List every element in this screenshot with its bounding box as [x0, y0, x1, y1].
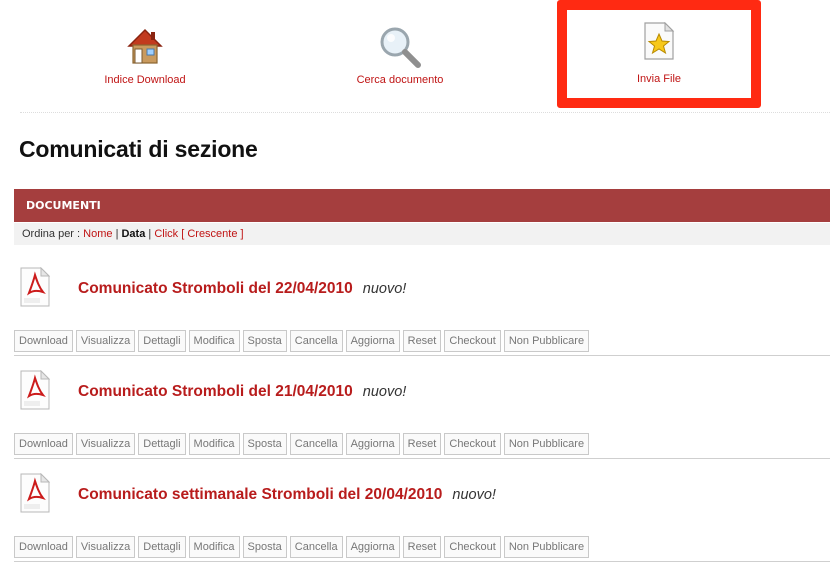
sort-separator: |	[148, 228, 152, 240]
new-badge: nuovo!	[362, 384, 407, 400]
home-icon	[127, 28, 163, 64]
move-button[interactable]: Sposta	[242, 433, 287, 455]
search-document-label: Cerca documento	[356, 74, 444, 86]
update-button[interactable]: Aggiorna	[345, 433, 400, 455]
document-title-link[interactable]: Comunicato Stromboli del 22/04/2010 nuovo…	[78, 280, 406, 298]
document-actions: Download Visualizza Dettagli Modifica Sp…	[14, 433, 590, 455]
new-badge: nuovo!	[452, 487, 496, 503]
index-download-button[interactable]: Indice Download	[60, 0, 230, 100]
pdf-icon[interactable]	[20, 370, 50, 410]
unpublish-button[interactable]: Non Pubblicare	[503, 433, 590, 455]
update-button[interactable]: Aggiorna	[345, 536, 400, 558]
document-title-link[interactable]: Comunicato Stromboli del 21/04/2010 nuovo…	[78, 383, 406, 401]
document-divider	[14, 355, 830, 356]
document-title-link[interactable]: Comunicato settimanale Stromboli del 20/…	[78, 486, 496, 504]
reset-button[interactable]: Reset	[402, 433, 442, 455]
unpublish-button[interactable]: Non Pubblicare	[503, 536, 590, 558]
document-actions: Download Visualizza Dettagli Modifica Sp…	[14, 536, 590, 558]
sort-by-date-current: Data	[121, 228, 146, 240]
delete-button[interactable]: Cancella	[289, 433, 343, 455]
unpublish-button[interactable]: Non Pubblicare	[503, 330, 590, 352]
delete-button[interactable]: Cancella	[289, 536, 343, 558]
toolbar-divider	[20, 112, 830, 113]
pdf-icon[interactable]	[20, 267, 50, 307]
edit-button[interactable]: Modifica	[188, 433, 240, 455]
view-button[interactable]: Visualizza	[75, 433, 136, 455]
sort-order-toggle[interactable]: [ Crescente ]	[181, 228, 243, 240]
move-button[interactable]: Sposta	[242, 536, 287, 558]
delete-button[interactable]: Cancella	[289, 330, 343, 352]
magnifier-icon	[380, 27, 421, 68]
checkout-button[interactable]: Checkout	[444, 536, 501, 558]
checkout-button[interactable]: Checkout	[444, 330, 501, 352]
sort-separator: |	[115, 228, 119, 240]
view-button[interactable]: Visualizza	[75, 536, 136, 558]
new-badge: nuovo!	[362, 281, 407, 297]
reset-button[interactable]: Reset	[402, 330, 442, 352]
page-title: Comunicati di sezione	[19, 136, 258, 162]
document-divider	[14, 458, 830, 459]
download-toolbar: Indice Download Cerca documento Invia Fi…	[0, 0, 830, 112]
documents-section-header: DOCUMENTI	[14, 189, 830, 222]
download-button[interactable]: Download	[14, 433, 73, 455]
sort-by-name-link[interactable]: Nome	[83, 228, 112, 240]
details-button[interactable]: Dettagli	[138, 536, 186, 558]
edit-button[interactable]: Modifica	[188, 536, 240, 558]
details-button[interactable]: Dettagli	[138, 433, 186, 455]
send-file-button[interactable]: Invia File	[557, 0, 761, 108]
move-button[interactable]: Sposta	[242, 330, 287, 352]
sort-by-click-link[interactable]: Click	[154, 228, 178, 240]
pdf-icon[interactable]	[20, 473, 50, 513]
download-button[interactable]: Download	[14, 536, 73, 558]
checkout-button[interactable]: Checkout	[444, 433, 501, 455]
index-download-label: Indice Download	[104, 74, 186, 86]
sort-bar: Ordina per : Nome | Data | Click [ Cresc…	[14, 223, 830, 245]
send-file-label: Invia File	[636, 73, 682, 85]
document-actions: Download Visualizza Dettagli Modifica Sp…	[14, 330, 590, 352]
reset-button[interactable]: Reset	[402, 536, 442, 558]
star-file-icon	[644, 22, 675, 60]
sort-prefix: Ordina per :	[22, 228, 81, 240]
update-button[interactable]: Aggiorna	[345, 330, 400, 352]
details-button[interactable]: Dettagli	[138, 330, 186, 352]
edit-button[interactable]: Modifica	[188, 330, 240, 352]
download-button[interactable]: Download	[14, 330, 73, 352]
view-button[interactable]: Visualizza	[75, 330, 136, 352]
document-divider	[14, 561, 830, 562]
search-document-button[interactable]: Cerca documento	[310, 0, 490, 100]
